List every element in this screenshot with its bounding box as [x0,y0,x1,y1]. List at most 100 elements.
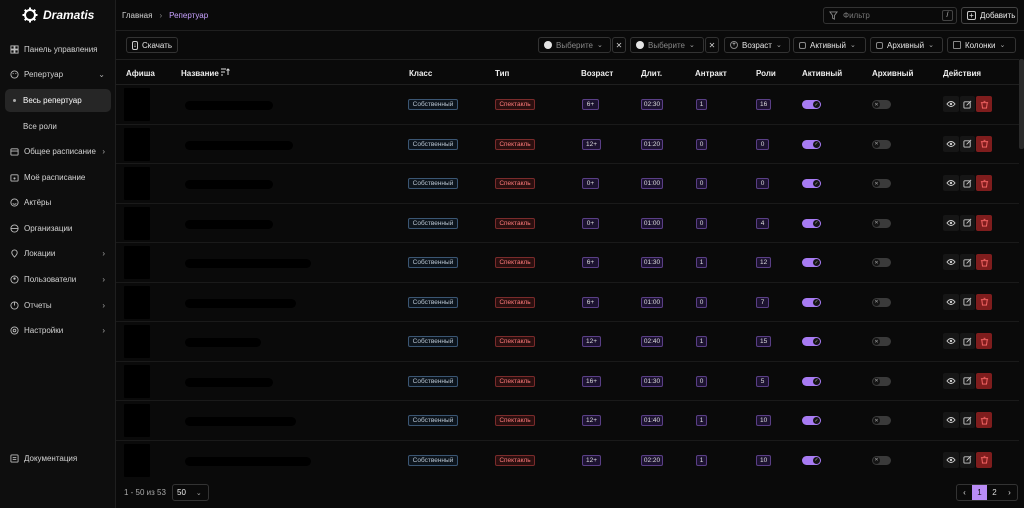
view-button[interactable] [943,293,959,310]
edit-button[interactable] [959,96,976,112]
edit-button[interactable] [959,412,976,428]
delete-button[interactable] [976,451,993,468]
clear-select-1-button[interactable]: ✕ [612,37,626,53]
clear-select-2-button[interactable]: ✕ [705,37,719,53]
download-button[interactable]: ↓ Скачать [126,37,178,53]
sidebar-item-calendar[interactable]: Общее расписание › [5,140,111,163]
active-toggle[interactable]: ✓ [802,218,821,228]
delete-button[interactable] [976,135,993,152]
sidebar-item-dashboard[interactable]: Панель управления [5,38,111,61]
view-button[interactable] [943,96,959,112]
view-button[interactable] [943,333,959,349]
poster-thumbnail[interactable] [124,325,150,358]
delete-button[interactable] [976,372,993,389]
table-row[interactable]: Собственный Спектакль 6+ 01:00 0 7 ✓ ✕ [116,283,1019,322]
delete-button[interactable] [976,175,993,191]
edit-button[interactable] [959,333,976,349]
view-button[interactable] [943,451,959,468]
poster-thumbnail[interactable] [124,364,150,398]
active-toggle[interactable]: ✓ [802,297,821,307]
page-button[interactable]: 2 [987,485,1002,500]
columns-button[interactable]: Колонки ⌄ [947,37,1016,53]
add-button[interactable]: + Добавить [961,7,1018,24]
archived-toggle[interactable]: ✕ [872,337,891,346]
table-row[interactable]: Собственный Спектакль 6+ 01:30 1 12 ✓ ✕ [116,243,1019,283]
archived-toggle[interactable]: ✕ [872,258,891,267]
view-button[interactable] [943,214,959,231]
edit-button[interactable] [959,175,976,191]
table-row[interactable]: Собственный Спектакль 12+ 02:40 1 15 ✓ ✕ [116,322,1019,362]
archived-toggle[interactable]: ✕ [872,139,891,149]
active-toggle[interactable]: ✓ [802,100,821,109]
select-filter-2[interactable]: Выберите ⌄ [630,37,704,53]
archived-toggle[interactable]: ✕ [872,179,891,188]
poster-thumbnail[interactable] [124,285,150,319]
active-toggle[interactable]: ✓ [802,337,821,346]
archived-toggle[interactable]: ✕ [872,297,891,307]
delete-button[interactable] [976,254,993,270]
logo[interactable]: Dramatis [22,6,94,24]
edit-button[interactable] [959,214,976,231]
edit-button[interactable] [959,451,976,468]
poster-thumbnail[interactable] [124,88,150,121]
poster-thumbnail[interactable] [124,404,150,437]
active-toggle[interactable]: ✓ [802,376,821,386]
archived-toggle[interactable]: ✕ [872,416,891,425]
filter-input[interactable]: Фильтр / [823,7,957,24]
view-button[interactable] [943,135,959,152]
column-header[interactable]: Название [181,69,219,78]
delete-button[interactable] [976,96,993,112]
poster-thumbnail[interactable] [124,246,150,279]
view-button[interactable] [943,372,959,389]
sidebar-item-settings[interactable]: Настройки › [5,319,111,342]
page-size-select[interactable]: 50 ⌄ [172,484,209,501]
sidebar-item-reports[interactable]: Отчеты › [5,294,111,317]
breadcrumb-home[interactable]: Главная [122,11,152,20]
sidebar-item-all-roles[interactable]: Все роли [5,115,111,138]
sidebar-item-users[interactable]: Пользователи › [5,268,111,291]
delete-button[interactable] [976,214,993,231]
view-button[interactable] [943,175,959,191]
sidebar-item-organization[interactable]: Организации [5,217,111,240]
poster-thumbnail[interactable] [124,167,150,200]
view-button[interactable] [943,412,959,428]
delete-button[interactable] [976,333,993,349]
table-row[interactable]: Собственный Спектакль 12+ 01:40 1 10 ✓ ✕ [116,401,1019,441]
next-page-button[interactable]: › [1002,485,1017,500]
sidebar-item-smile[interactable]: Актёры [5,191,111,214]
active-toggle[interactable]: ✓ [802,139,821,149]
active-toggle[interactable]: ✓ [802,455,821,465]
age-filter-button[interactable]: + Возраст ⌄ [724,37,790,53]
table-row[interactable]: Собственный Спектакль 16+ 01:30 0 5 ✓ ✕ [116,362,1019,401]
edit-button[interactable] [959,293,976,310]
select-filter-1[interactable]: Выберите ⌄ [538,37,611,53]
active-toggle[interactable]: ✓ [802,258,821,267]
sort-icon[interactable] [220,67,230,79]
poster-thumbnail[interactable] [124,127,150,161]
table-row[interactable]: Собственный Спектакль 0+ 01:00 0 0 ✓ ✕ [116,164,1019,204]
edit-button[interactable] [959,135,976,152]
archived-toggle[interactable]: ✕ [872,455,891,465]
edit-button[interactable] [959,254,976,270]
sidebar-item-calendar-user[interactable]: Моё расписание [5,166,111,189]
archived-toggle[interactable]: ✕ [872,218,891,228]
sidebar-item-location[interactable]: Локации › [5,242,111,265]
prev-page-button[interactable]: ‹ [957,485,972,500]
archived-toggle[interactable]: ✕ [872,376,891,386]
active-filter-button[interactable]: Активный ⌄ [793,37,866,53]
table-row[interactable]: Собственный Спектакль 12+ 02:20 1 10 ✓ ✕ [116,441,1019,478]
archived-toggle[interactable]: ✕ [872,100,891,109]
sidebar-item-all-repertoire[interactable]: Весь репертуар [5,89,111,112]
delete-button[interactable] [976,293,993,310]
archived-filter-button[interactable]: Архивный ⌄ [870,37,943,53]
sidebar-item-documentation[interactable]: Документация [5,447,111,470]
edit-button[interactable] [959,372,976,389]
table-row[interactable]: Собственный Спектакль 6+ 02:30 1 16 ✓ ✕ [116,85,1019,125]
page-button[interactable]: 1 [972,485,987,500]
poster-thumbnail[interactable] [124,206,150,240]
sidebar-item-theater[interactable]: Репертуар ⌄ [5,63,111,86]
delete-button[interactable] [976,412,993,428]
table-row[interactable]: Собственный Спектакль 0+ 01:00 0 4 ✓ ✕ [116,204,1019,243]
table-row[interactable]: Собственный Спектакль 12+ 01:20 0 0 ✓ ✕ [116,125,1019,164]
scrollbar[interactable] [1019,59,1024,149]
